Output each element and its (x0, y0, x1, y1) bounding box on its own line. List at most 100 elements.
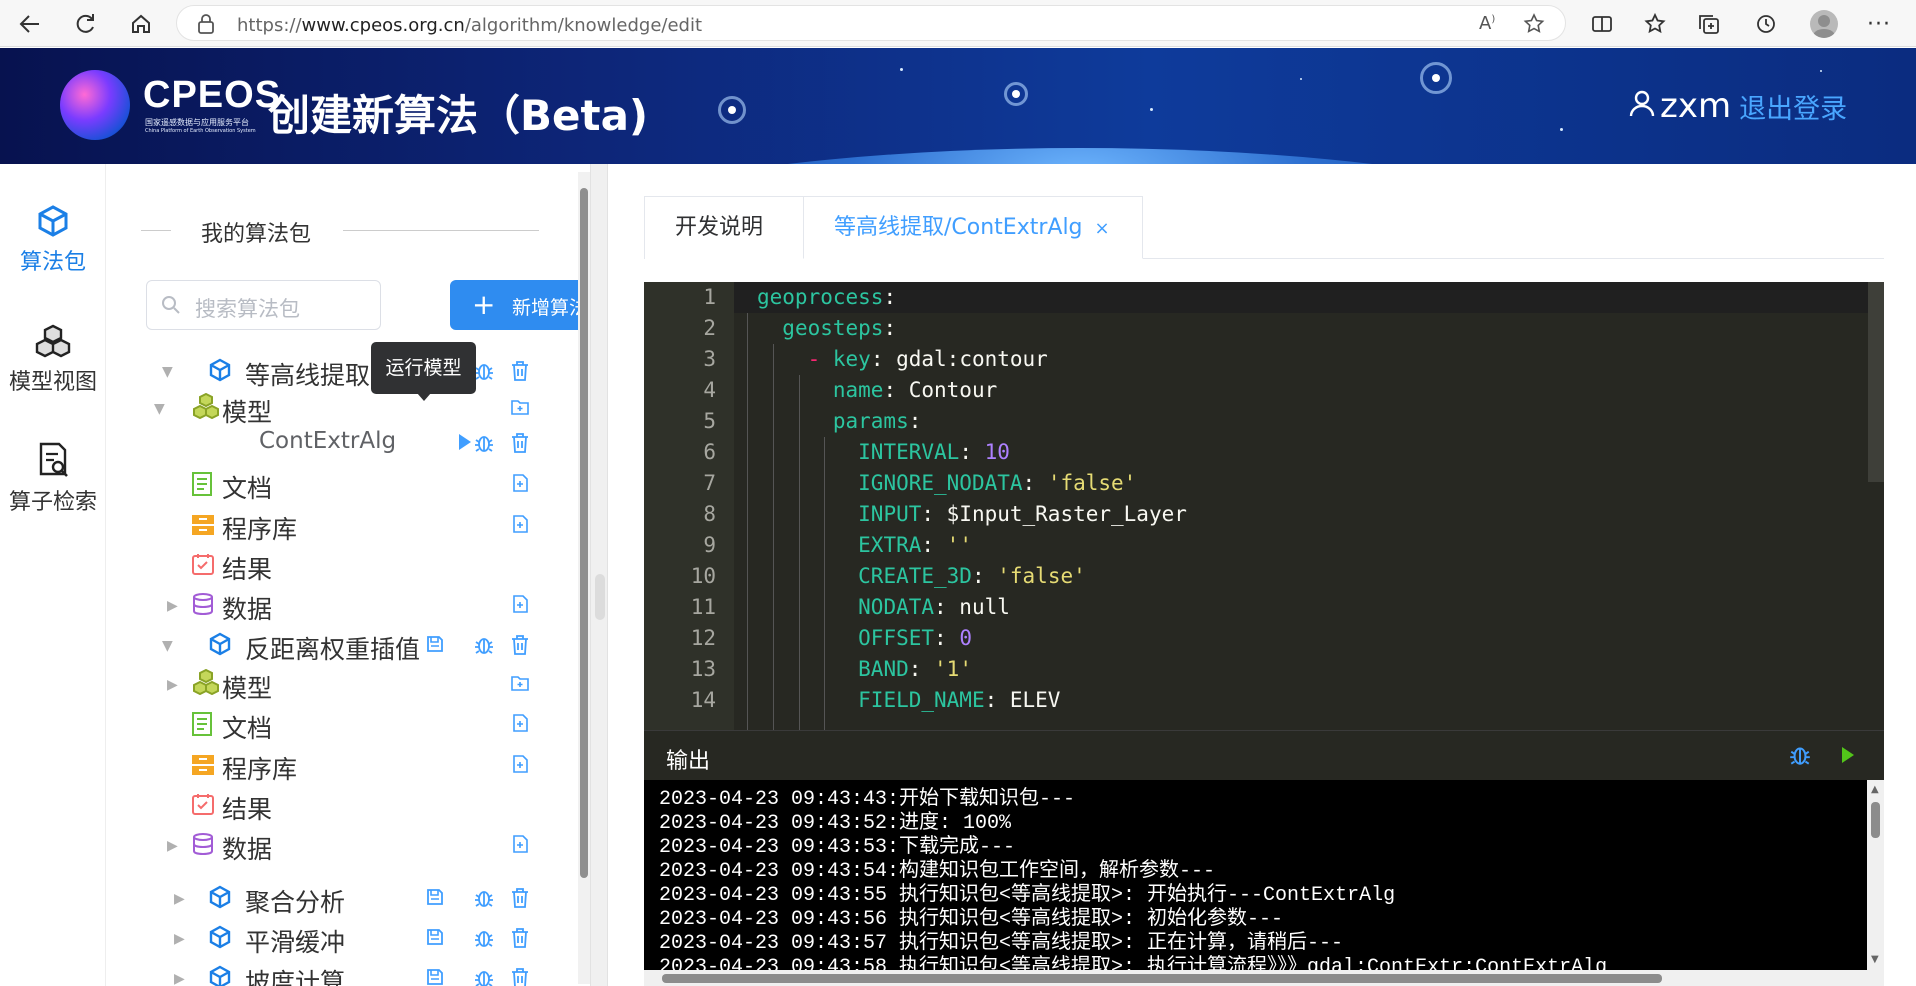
tree-folder-row[interactable]: ▼ 模型 (107, 391, 589, 427)
code-editor[interactable]: 1 geoprocess: 2 geosteps: 3 - key: gdal:con… (644, 282, 1884, 730)
add-folder-icon[interactable] (510, 397, 530, 421)
refresh-icon[interactable] (70, 9, 100, 39)
delete-icon[interactable] (510, 634, 530, 660)
log-line: 2023-04-23 09:43:53:下载完成--- (659, 836, 1016, 859)
history-icon[interactable] (1751, 9, 1781, 39)
favorites-icon[interactable] (1640, 9, 1670, 39)
decor-star (1820, 70, 1822, 72)
close-icon[interactable]: × (1095, 218, 1110, 239)
add-file-icon[interactable] (510, 594, 530, 618)
caret-right-icon[interactable]: ▶ (174, 891, 185, 907)
delete-icon[interactable] (510, 887, 530, 913)
save-icon[interactable] (425, 927, 445, 951)
logout-link[interactable]: 退出登录 (1739, 87, 1847, 126)
read-aloud-icon[interactable]: A) (1479, 13, 1495, 34)
tree-folder-row[interactable]: 程序库 (107, 748, 589, 784)
tree-folder-row[interactable]: 程序库 (107, 508, 589, 544)
save-icon[interactable] (425, 967, 445, 986)
output-console[interactable]: 2023-04-23 09:43:43:开始下载知识包--- 2023-04-23… (644, 780, 1884, 986)
result-icon (191, 552, 215, 580)
debug-icon[interactable] (473, 360, 495, 386)
tree-file-row[interactable]: ContExtrAlg (107, 426, 589, 460)
header-banner: CPEOS 国家遥感数据与应用服务平台 China Platform of Ear… (0, 48, 1916, 164)
tree-folder-row[interactable]: ▶ 数据 (107, 828, 589, 864)
tree-package-row[interactable]: ▼ 等高线提取 (107, 354, 589, 390)
delete-icon[interactable] (510, 432, 530, 458)
add-file-icon[interactable] (510, 514, 530, 538)
caret-right-icon[interactable]: ▶ (167, 598, 178, 614)
debug-icon[interactable] (473, 927, 495, 953)
caret-right-icon[interactable]: ▶ (167, 677, 178, 693)
debug-icon[interactable] (473, 967, 495, 986)
add-folder-icon[interactable] (510, 673, 530, 697)
decor-ring (1004, 82, 1028, 106)
split-screen-icon[interactable] (1587, 9, 1617, 39)
code-text: CREATE_3D: 'false' (858, 564, 1086, 588)
add-file-icon[interactable] (510, 754, 530, 778)
debug-icon[interactable] (473, 634, 495, 660)
debug-icon[interactable] (473, 432, 495, 458)
tree-package-row[interactable]: ▶ 聚合分析 (107, 881, 589, 917)
add-file-icon[interactable] (510, 834, 530, 858)
caret-right-icon[interactable]: ▶ (174, 971, 185, 986)
tree-scrollbar[interactable] (578, 172, 590, 984)
caret-down-icon[interactable]: ▼ (162, 638, 173, 654)
code-line: 8 INPUT: $Input_Raster_Layer (644, 499, 1884, 530)
caret-down-icon[interactable]: ▼ (162, 364, 173, 380)
editor-tabs: 开发说明 等高线提取/ContExtrAlg × (644, 196, 1884, 259)
debug-icon[interactable] (473, 887, 495, 913)
collections-icon[interactable] (1694, 9, 1724, 39)
tab-dev-notes[interactable]: 开发说明 (644, 196, 804, 259)
caret-right-icon[interactable]: ▶ (167, 838, 178, 854)
save-icon[interactable] (425, 887, 445, 911)
run-model-tooltip: 运行模型 (371, 342, 476, 401)
tree-folder-row[interactable]: 文档 (107, 467, 589, 503)
back-icon[interactable] (15, 9, 45, 39)
caret-right-icon[interactable]: ▶ (174, 931, 185, 947)
scrollbar-thumb[interactable] (662, 974, 1662, 983)
address-bar[interactable]: https://www.cpeos.org.cn/algorithm/knowl… (176, 5, 1566, 41)
output-header: 输出 (644, 730, 1884, 780)
tree-folder-row[interactable]: ▶ 数据 (107, 588, 589, 624)
code-text: params: (832, 409, 922, 433)
run-icon[interactable] (1840, 745, 1856, 769)
code-line: 12 OFFSET: 0 (644, 623, 1884, 654)
tab-contextralg[interactable]: 等高线提取/ContExtrAlg × (803, 196, 1143, 259)
tree-package-row[interactable]: ▶ 坡度计算 (107, 961, 589, 986)
favorite-add-icon[interactable] (1523, 13, 1545, 39)
delete-icon[interactable] (510, 927, 530, 953)
nav-item-operator-search[interactable]: 算子检索 (0, 442, 106, 516)
caret-down-icon[interactable]: ▼ (154, 401, 165, 417)
tree-folder-row[interactable]: ▶ 模型 (107, 667, 589, 703)
tree-folder-row[interactable]: 结果 (107, 788, 589, 824)
add-file-icon[interactable] (510, 473, 530, 497)
cpeos-logo-icon (60, 70, 130, 140)
run-model-icon[interactable] (457, 432, 473, 456)
decor-star (900, 68, 903, 71)
console-vscrollbar[interactable]: ▲ ▼ (1867, 780, 1884, 986)
save-icon[interactable] (425, 634, 445, 658)
console-hscrollbar[interactable] (644, 970, 1867, 986)
nav-item-model-view[interactable]: 模型视图 (0, 324, 106, 396)
tree-package-row[interactable]: ▶ 平滑缓冲 (107, 921, 589, 957)
code-text: name: Contour (832, 378, 998, 402)
scrollbar-thumb[interactable] (1871, 802, 1880, 838)
package-search-input[interactable]: 搜索算法包 (146, 280, 381, 330)
editor-scrollbar[interactable] (1868, 282, 1884, 482)
delete-icon[interactable] (510, 360, 530, 386)
drag-handle[interactable] (595, 574, 605, 620)
tree-folder-row[interactable]: 结果 (107, 548, 589, 584)
profile-avatar[interactable] (1810, 10, 1838, 38)
debug-icon[interactable] (1788, 743, 1812, 771)
scrollbar-thumb[interactable] (580, 188, 588, 878)
tree-package-row[interactable]: ▼ 反距离权重插值 (107, 628, 589, 664)
home-icon[interactable] (126, 9, 156, 39)
tree-folder-row[interactable]: 文档 (107, 707, 589, 743)
nav-item-algorithm-package[interactable]: 算法包 (0, 204, 106, 276)
delete-icon[interactable] (510, 967, 530, 986)
more-icon[interactable]: ··· (1864, 9, 1894, 39)
panel-splitter[interactable] (590, 164, 608, 986)
add-algorithm-button[interactable]: + 新增算法 (450, 280, 589, 330)
code-line: 4 name: Contour (644, 375, 1884, 406)
add-file-icon[interactable] (510, 713, 530, 737)
